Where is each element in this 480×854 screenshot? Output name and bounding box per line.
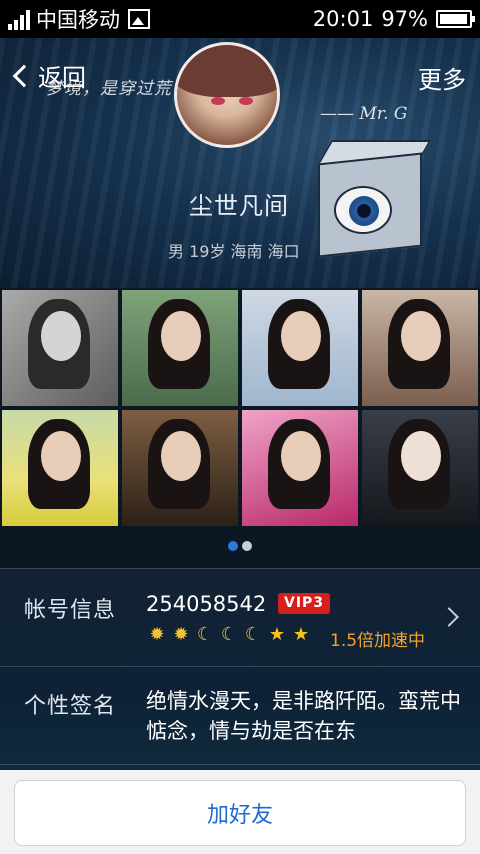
- photo-thumbnail[interactable]: [122, 290, 238, 406]
- photo-thumbnail[interactable]: [362, 410, 478, 526]
- battery-percent: 97%: [381, 7, 428, 31]
- clock: 20:01: [312, 7, 374, 31]
- back-label: 返回: [38, 64, 86, 92]
- star-icon: ★: [292, 624, 310, 645]
- status-bar: 中国移动 20:01 97%: [0, 0, 480, 38]
- account-info-label: 帐号信息: [24, 598, 117, 623]
- cover-quote-author: —— Mr. G: [320, 104, 408, 124]
- avatar[interactable]: [174, 42, 280, 148]
- photo-thumbnail[interactable]: [242, 410, 358, 526]
- back-button[interactable]: 返回: [10, 58, 86, 93]
- nickname-text: 尘世凡间: [189, 192, 289, 220]
- page-dot-active: [228, 541, 238, 551]
- chevron-left-icon: [12, 64, 36, 87]
- image-notification-icon: [128, 9, 150, 29]
- signature-label: 个性签名: [24, 694, 117, 719]
- nickname: 尘世凡间: [0, 186, 480, 221]
- sun-icon: ✹: [173, 624, 189, 645]
- profile-cover: 梦境，是穿过荒 弘清泉。 —— Mr. G 返回 更多 尘世凡间 男 19岁 海…: [0, 38, 480, 288]
- page-dot: [242, 541, 252, 551]
- vip-badge: VIP3: [278, 593, 331, 614]
- star-icon: ★: [268, 624, 286, 645]
- battery-icon: [436, 10, 475, 28]
- photo-thumbnail[interactable]: [122, 410, 238, 526]
- moon-icon: ☾: [220, 624, 238, 645]
- moon-icon: ☾: [196, 624, 214, 645]
- chevron-right-icon: [439, 607, 459, 627]
- bottom-bar: 加好友: [0, 770, 480, 854]
- carrier-name: 中国移动: [36, 8, 120, 32]
- photo-thumbnail[interactable]: [362, 290, 478, 406]
- photo-grid: [0, 288, 480, 528]
- moon-icon: ☾: [244, 624, 262, 645]
- speed-status: 1.5倍加速中: [330, 631, 426, 651]
- page-indicator: [0, 541, 480, 551]
- basic-info: 男 19岁 海南 海口: [168, 242, 300, 261]
- photo-thumbnail[interactable]: [2, 290, 118, 406]
- signal-icon: [8, 8, 30, 30]
- signature-text: 绝情水漫天，是非路阡陌。蛮荒中惦念，情与劫是否在东: [146, 689, 461, 743]
- sun-icon: ✹: [149, 624, 165, 645]
- photo-thumbnail[interactable]: [242, 290, 358, 406]
- level-icons: ✹ ✹ ☾ ☾ ☾ ★ ★: [146, 624, 312, 645]
- photo-thumbnail[interactable]: [2, 410, 118, 526]
- more-button[interactable]: 更多: [418, 60, 466, 95]
- profile-info: 帐号信息 254058542 VIP3 ✹ ✹ ☾ ☾ ☾ ★ ★ 1.5倍加速…: [0, 568, 480, 770]
- qq-number: 254058542: [146, 592, 267, 616]
- add-friend-button[interactable]: 加好友: [14, 780, 466, 846]
